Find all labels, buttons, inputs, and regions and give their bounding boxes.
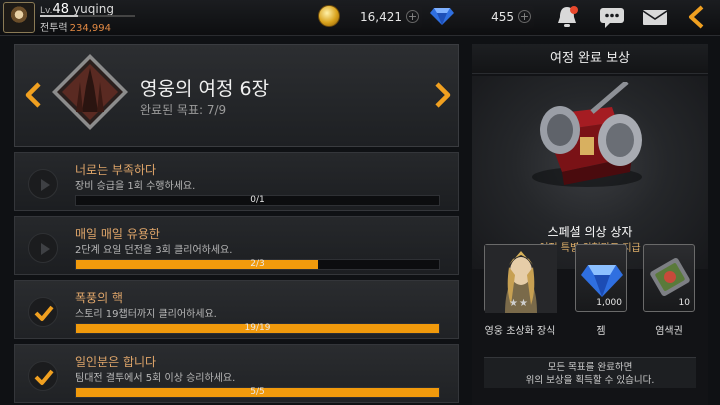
- quest-progress-bar: 19/19: [75, 323, 440, 334]
- star-rating: ★★: [509, 298, 529, 309]
- quest-title: 매일 매일 유용한: [75, 227, 160, 241]
- gold-amount: 16,421: [360, 10, 402, 24]
- bell-icon[interactable]: [552, 4, 582, 30]
- quest-item[interactable]: 일인분은 합니다 팀대전 결투에서 5회 이상 승리하세요. 5/5: [14, 344, 459, 403]
- add-gold-plus-icon[interactable]: +: [406, 10, 419, 23]
- combat-power-value: 234,994: [69, 23, 111, 34]
- item-label: 염색권: [655, 326, 683, 337]
- top-bar: Lv.48 yuqing 전투력 234,994 16,421 + 455 +: [0, 0, 720, 36]
- item-frame: 1,000: [575, 244, 627, 312]
- gold-currency: 16,421 +: [318, 5, 422, 28]
- add-gem-plus-icon[interactable]: +: [518, 10, 531, 23]
- quest-item[interactable]: 매일 매일 유용한 2단계 요일 던전을 3회 클리어하세요. 2/3: [14, 216, 459, 275]
- quest-description: 팀대전 결투에서 5회 이상 승리하세요.: [75, 373, 236, 384]
- gold-coin-icon: [318, 5, 340, 27]
- reward-title: 여정 완료 보상: [472, 44, 708, 74]
- item-label: 젬: [596, 326, 606, 337]
- quest-description: 장비 승급을 1회 수행하세요.: [75, 181, 196, 192]
- combat-power-label: 전투력: [40, 23, 68, 34]
- previous-stage-arrow-icon[interactable]: [20, 80, 48, 110]
- reward-notice: 모든 목표를 완료하면 위의 보상을 획득할 수 있습니다.: [484, 357, 696, 388]
- gem-currency: 455 +: [430, 6, 534, 28]
- reward-panel: 여정 완료 보상 스페셜 의상 상자 여정 특별 외형망토 지급: [472, 44, 708, 405]
- quest-list: 너로는 부족하다 장비 승급을 1회 수행하세요. 0/1 매일 매일 유용한 …: [14, 152, 459, 405]
- quest-title: 일인분은 합니다: [75, 355, 157, 369]
- item-frame: ★★: [484, 244, 557, 313]
- chat-icon[interactable]: [597, 4, 627, 30]
- main-reward[interactable]: 스페셜 의상 상자 여정 특별 외형망토 지급: [472, 76, 708, 269]
- checkmark-icon: [28, 361, 58, 391]
- blue-gem-icon: [430, 8, 454, 25]
- next-stage-arrow-icon[interactable]: [428, 80, 456, 110]
- exp-bar: [40, 15, 135, 17]
- quest-progress-bar: 0/1: [75, 195, 440, 206]
- item-count: 10: [678, 298, 690, 308]
- quest-progress-text: 5/5: [250, 387, 265, 397]
- main-reward-name: 스페셜 의상 상자: [547, 225, 633, 239]
- quest-title: 너로는 부족하다: [75, 163, 157, 177]
- quest-progress-text: 19/19: [244, 323, 271, 333]
- quest-progress-text: 2/3: [250, 259, 265, 269]
- item-label: 영웅 초상화 장식: [484, 326, 556, 337]
- notice-line-1: 모든 목표를 완료하면: [547, 362, 633, 373]
- quest-description: 스토리 19챕터까지 클리어하세요.: [75, 309, 217, 320]
- reward-item-gem[interactable]: 1,000 젬: [575, 244, 627, 337]
- quest-item[interactable]: 너로는 부족하다 장비 승급을 1회 수행하세요. 0/1: [14, 152, 459, 211]
- stage-title: 영웅의 여정 6장: [140, 78, 270, 100]
- quest-title: 폭풍의 핵: [75, 291, 123, 305]
- play-icon[interactable]: [28, 169, 58, 199]
- player-avatar[interactable]: [3, 2, 35, 33]
- item-count: 1,000: [596, 298, 622, 308]
- back-arrow-icon[interactable]: [682, 4, 712, 30]
- mail-icon[interactable]: [640, 4, 670, 30]
- quest-progress-text: 0/1: [250, 195, 265, 205]
- notice-line-2: 위의 보상을 획득할 수 있습니다.: [525, 375, 655, 386]
- quest-progress-bar: 5/5: [75, 387, 440, 398]
- player-name: yuqing: [73, 2, 114, 16]
- checkmark-icon: [28, 297, 58, 327]
- costume-chest-icon: [532, 82, 642, 187]
- quest-item[interactable]: 폭풍의 핵 스토리 19챕터까지 클리어하세요. 19/19: [14, 280, 459, 339]
- gem-amount: 455: [491, 10, 514, 24]
- reward-item-portrait[interactable]: ★★ 영웅 초상화 장식: [484, 244, 557, 337]
- play-icon[interactable]: [28, 233, 58, 263]
- stage-progress-text: 완료된 목표: 7/9: [140, 103, 227, 117]
- combat-power: 전투력 234,994: [40, 19, 111, 34]
- castle-emblem-icon: [52, 54, 128, 130]
- quest-progress-bar: 2/3: [75, 259, 440, 270]
- reward-item-dye[interactable]: 10 염색권: [643, 244, 695, 337]
- item-frame: 10: [643, 244, 695, 312]
- quest-description: 2단계 요일 던전을 3회 클리어하세요.: [75, 245, 233, 256]
